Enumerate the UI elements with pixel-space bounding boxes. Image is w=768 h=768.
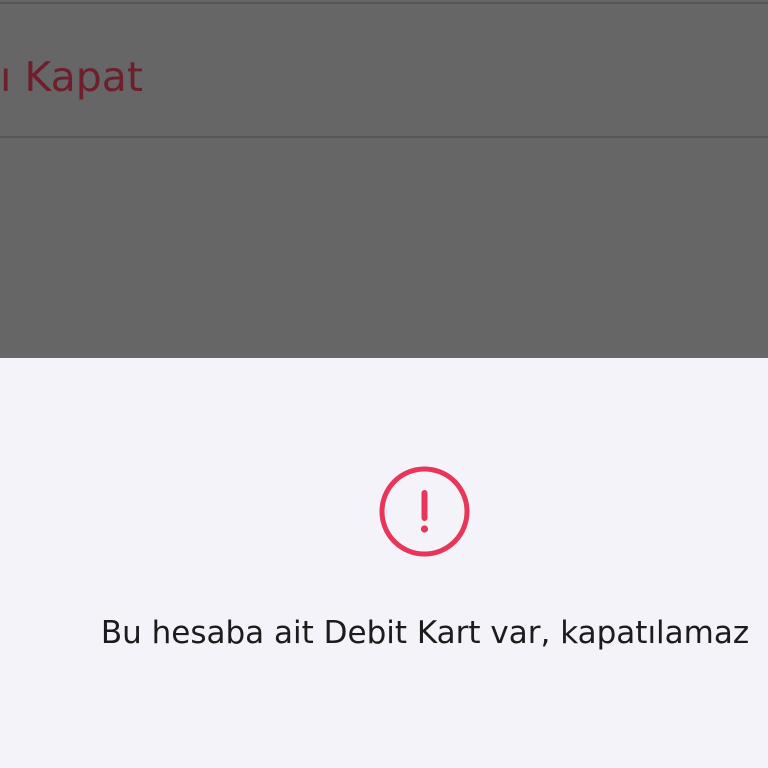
close-account-row: ı Kapat [0,2,768,138]
screen: ı Kapat Bu hesaba ait Debit Kart var, ka… [0,0,768,768]
alert-bottom-sheet: Bu hesaba ait Debit Kart var, kapatılama… [0,358,768,768]
close-account-label: ı Kapat [0,53,143,101]
exclamation-circle-icon [379,466,470,557]
dimmed-backdrop[interactable]: ı Kapat [0,0,768,358]
alert-message: Bu hesaba ait Debit Kart var, kapatılama… [100,615,750,651]
